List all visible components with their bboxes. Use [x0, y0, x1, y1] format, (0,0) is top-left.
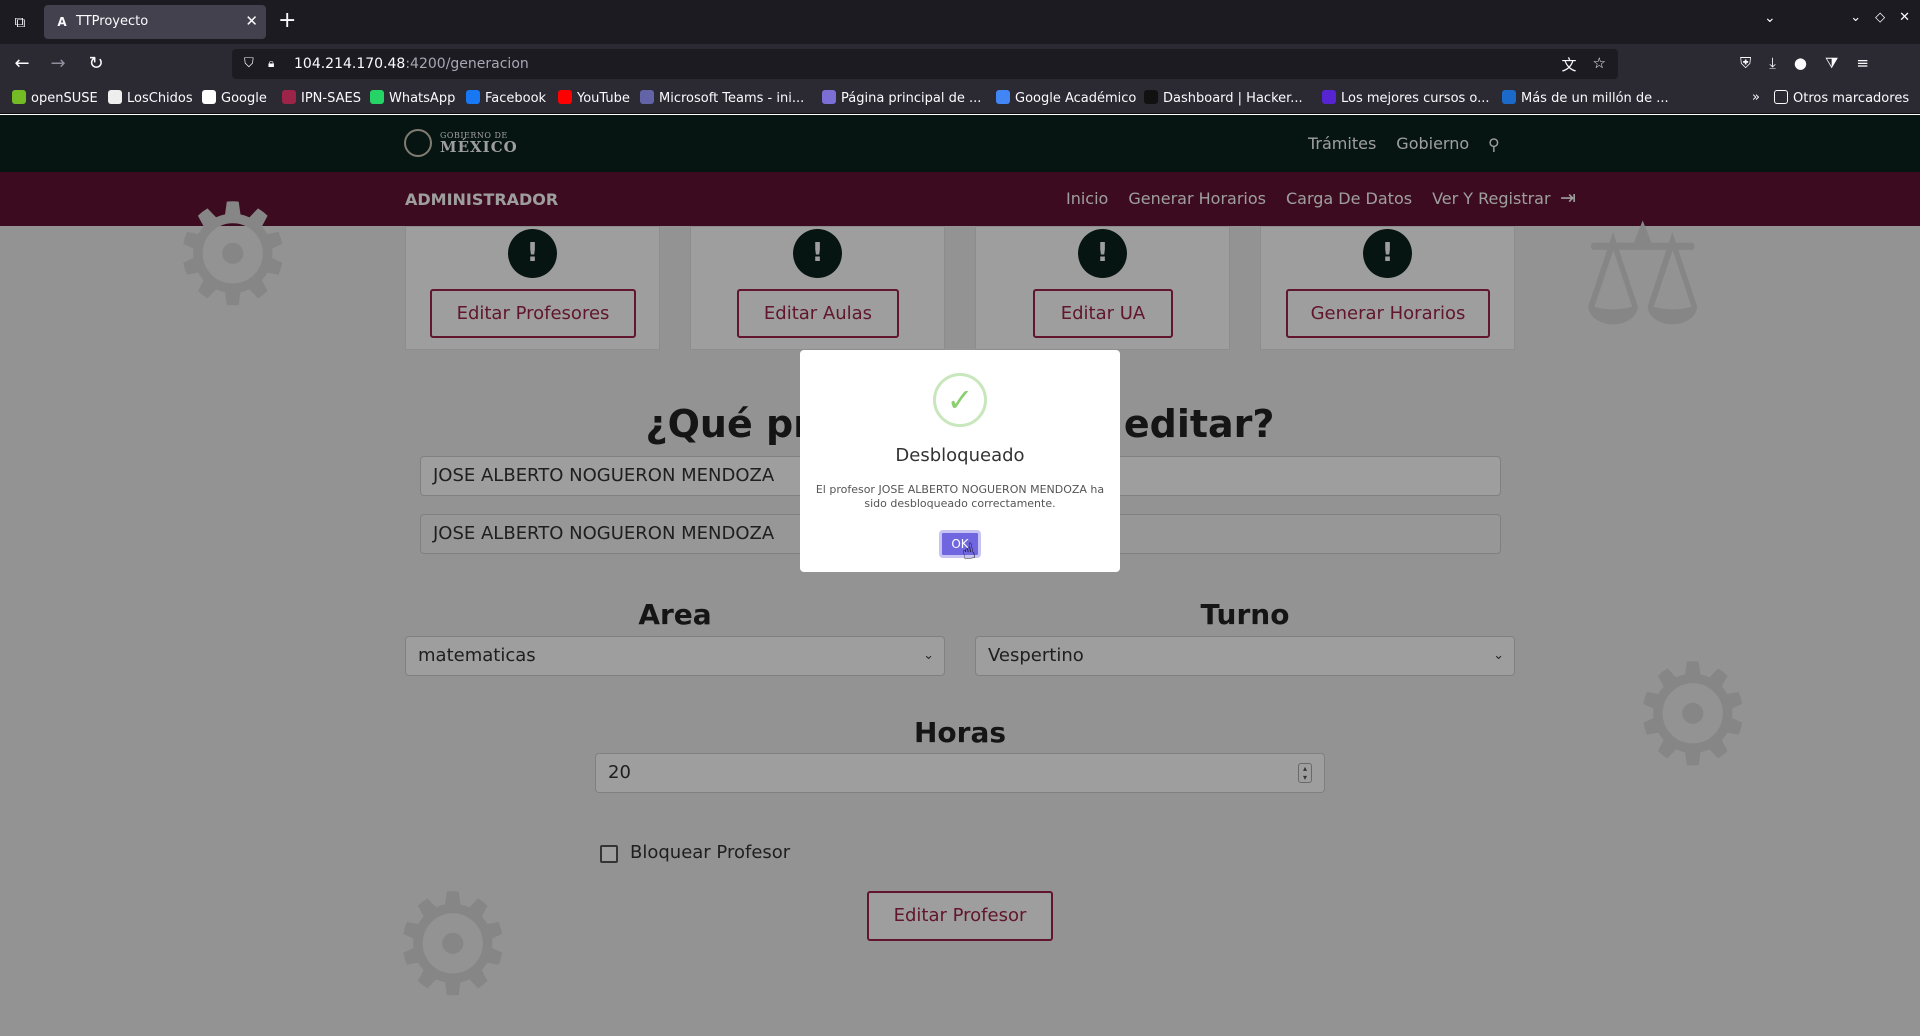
bookmark-favicon-icon: [822, 90, 836, 104]
list-all-tabs-icon[interactable]: ⌄: [1764, 10, 1776, 26]
bookmark-favicon-icon: [1144, 90, 1158, 104]
bookmark-item[interactable]: Página principal de ...: [822, 90, 981, 106]
menu-icon[interactable]: ≡: [1856, 54, 1869, 72]
lock-icon[interactable]: 🔒︎: [268, 56, 274, 71]
bookmark-item[interactable]: Google: [202, 90, 267, 106]
bookmark-item[interactable]: Facebook: [466, 90, 546, 106]
dialog-title: Desbloqueado: [895, 445, 1025, 466]
bookmark-label: Facebook: [485, 91, 547, 106]
toolbar-icons: ⛨ ⤓ ● ⧩ ≡: [1740, 54, 1869, 72]
dialog-message: El profesor JOSE ALBERTO NOGUERON MENDOZ…: [815, 483, 1105, 510]
other-bookmarks[interactable]: Otros marcadores: [1774, 90, 1909, 106]
forward-icon[interactable]: →: [46, 52, 70, 76]
pocket-icon[interactable]: ⛨: [1740, 54, 1751, 72]
bookmark-item[interactable]: WhatsApp: [370, 90, 455, 106]
url-text[interactable]: 104.214.170.48:4200/generacion: [294, 56, 529, 72]
bookmark-favicon-icon: [1322, 90, 1336, 104]
bookmark-label: Los mejores cursos o...: [1341, 91, 1490, 106]
bookmark-item[interactable]: Los mejores cursos o...: [1322, 90, 1490, 106]
bookmark-favicon-icon: [466, 90, 480, 104]
url-path: :4200/generacion: [405, 56, 529, 72]
url-bar[interactable]: ⛉ 🔒︎ 104.214.170.48:4200/generacion 文 ☆: [232, 49, 1618, 79]
bookmark-favicon-icon: [370, 90, 384, 104]
other-bookmarks-label: Otros marcadores: [1793, 91, 1910, 106]
bookmark-favicon-icon: [996, 90, 1010, 104]
bookmarks-bar: » Otros marcadores openSUSE LosChidos Goog…: [0, 84, 1920, 114]
bookmark-label: WhatsApp: [389, 91, 456, 106]
bookmark-favicon-icon: [282, 90, 296, 104]
extensions-icon[interactable]: ⧩: [1825, 54, 1838, 72]
window-controls: ⌄ ◇ ✕: [1850, 10, 1910, 25]
downloads-icon[interactable]: ⤓: [1769, 54, 1776, 72]
bookmark-star-icon[interactable]: ☆: [1593, 54, 1606, 75]
window-close-icon[interactable]: ✕: [1899, 10, 1910, 25]
url-host: 104.214.170.48: [294, 56, 406, 72]
angular-favicon-icon: A: [57, 15, 67, 29]
bookmark-label: Microsoft Teams - ini...: [659, 91, 805, 106]
bookmark-item[interactable]: IPN-SAES: [282, 90, 361, 106]
url-bar-actions: 文 ☆: [1562, 54, 1606, 75]
bookmark-item[interactable]: openSUSE: [12, 90, 98, 106]
bookmark-item[interactable]: YouTube: [558, 90, 630, 106]
bookmark-label: YouTube: [577, 91, 630, 106]
bookmark-label: openSUSE: [31, 91, 98, 106]
checkmark-icon: ✓: [933, 373, 987, 427]
bookmark-label: IPN-SAES: [301, 91, 361, 106]
web-page: GOBIERNO DE MÉXICO Trámites Gobierno ⚲ A…: [0, 115, 1920, 1036]
bookmark-item[interactable]: Microsoft Teams - ini...: [640, 90, 804, 106]
account-icon[interactable]: ●: [1794, 54, 1807, 72]
bookmark-favicon-icon: [1502, 90, 1516, 104]
bookmark-favicon-icon: [202, 90, 216, 104]
bookmark-label: Página principal de ...: [841, 91, 982, 106]
translate-icon[interactable]: 文: [1562, 54, 1577, 75]
tab-title: TTProyecto: [76, 14, 149, 29]
minimize-icon[interactable]: ⌄: [1850, 10, 1861, 25]
bookmark-item[interactable]: Más de un millón de ...: [1502, 90, 1669, 106]
bookmark-favicon-icon: [12, 90, 26, 104]
reload-icon[interactable]: ↻: [84, 52, 108, 76]
folder-icon: [1774, 90, 1788, 104]
bookmark-item[interactable]: Dashboard | Hacker...: [1144, 90, 1303, 106]
bookmarks-overflow-icon[interactable]: »: [1752, 90, 1760, 105]
bookmark-label: Google Académico: [1015, 91, 1137, 106]
maximize-icon[interactable]: ◇: [1875, 10, 1885, 25]
bookmark-favicon-icon: [640, 90, 654, 104]
bookmark-label: Dashboard | Hacker...: [1163, 91, 1303, 106]
bookmark-favicon-icon: [558, 90, 572, 104]
shield-icon[interactable]: ⛉: [244, 56, 254, 71]
browser-tab-bar: ⧉ A TTProyecto ✕ + ⌄ ⌄ ◇ ✕: [0, 0, 1920, 44]
browser-tab[interactable]: A TTProyecto ✕: [44, 5, 266, 39]
bookmark-label: Más de un millón de ...: [1521, 91, 1669, 106]
bookmark-item[interactable]: Google Académico: [996, 90, 1136, 106]
modal-backdrop[interactable]: [0, 115, 1920, 1036]
tab-close-icon[interactable]: ✕: [245, 12, 258, 30]
success-dialog: ✓ Desbloqueado El profesor JOSE ALBERTO …: [800, 350, 1120, 572]
bookmark-item[interactable]: LosChidos: [108, 90, 193, 106]
tab-list-icon[interactable]: ⧉: [8, 10, 32, 34]
bookmark-label: LosChidos: [127, 91, 193, 106]
browser-nav-bar: ← → ↻ ⛉ 🔒︎ 104.214.170.48:4200/generacio…: [0, 44, 1920, 84]
bookmark-label: Google: [221, 91, 267, 106]
back-icon[interactable]: ←: [10, 52, 34, 76]
bookmark-favicon-icon: [108, 90, 122, 104]
new-tab-icon[interactable]: +: [278, 8, 296, 34]
